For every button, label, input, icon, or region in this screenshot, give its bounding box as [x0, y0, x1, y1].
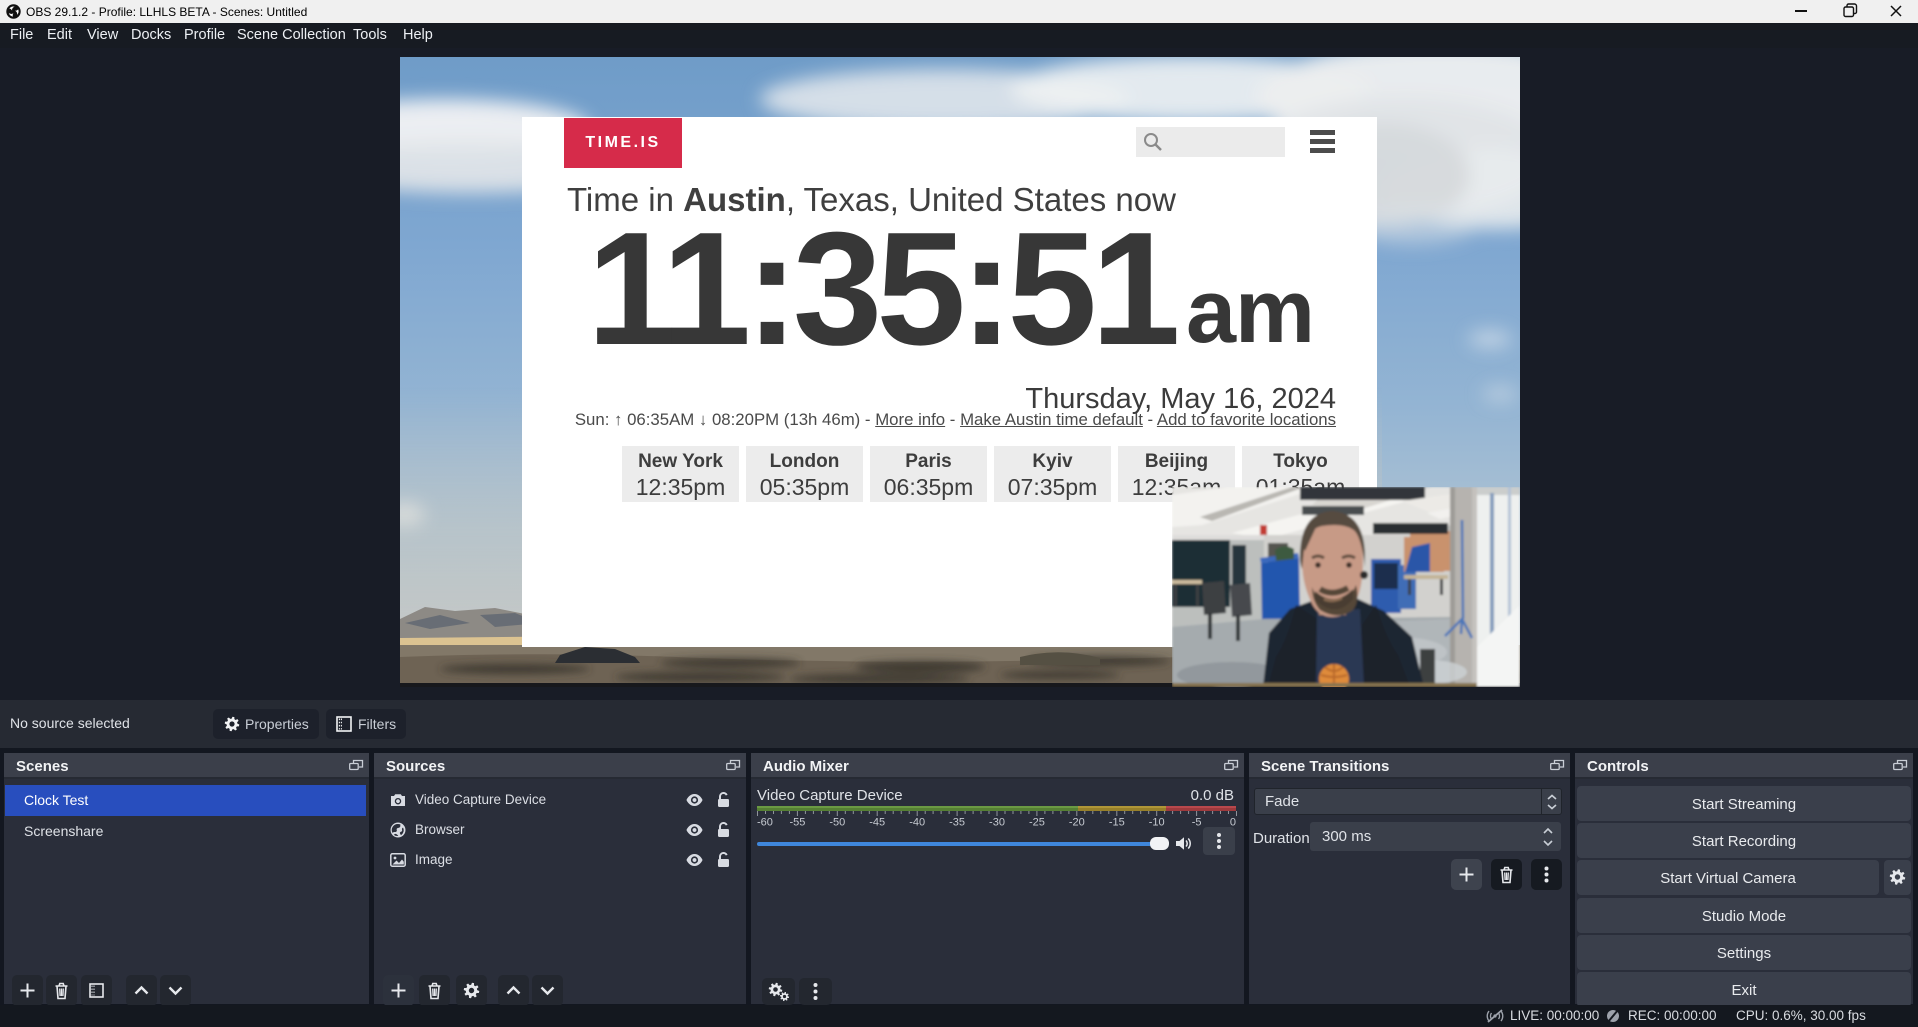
svg-text:-25: -25 [1029, 817, 1045, 828]
svg-text:-35: -35 [949, 817, 965, 828]
svg-text:-20: -20 [1069, 817, 1085, 828]
svg-text:-50: -50 [829, 817, 845, 828]
svg-text:-55: -55 [789, 817, 805, 828]
svg-text:-15: -15 [1109, 817, 1125, 828]
svg-text:0: 0 [1230, 817, 1236, 828]
svg-text:-30: -30 [989, 817, 1005, 828]
svg-text:-10: -10 [1149, 817, 1165, 828]
svg-text:-60: -60 [757, 817, 773, 828]
svg-text:-5: -5 [1192, 817, 1202, 828]
svg-text:-40: -40 [909, 817, 925, 828]
svg-text:-45: -45 [869, 817, 885, 828]
